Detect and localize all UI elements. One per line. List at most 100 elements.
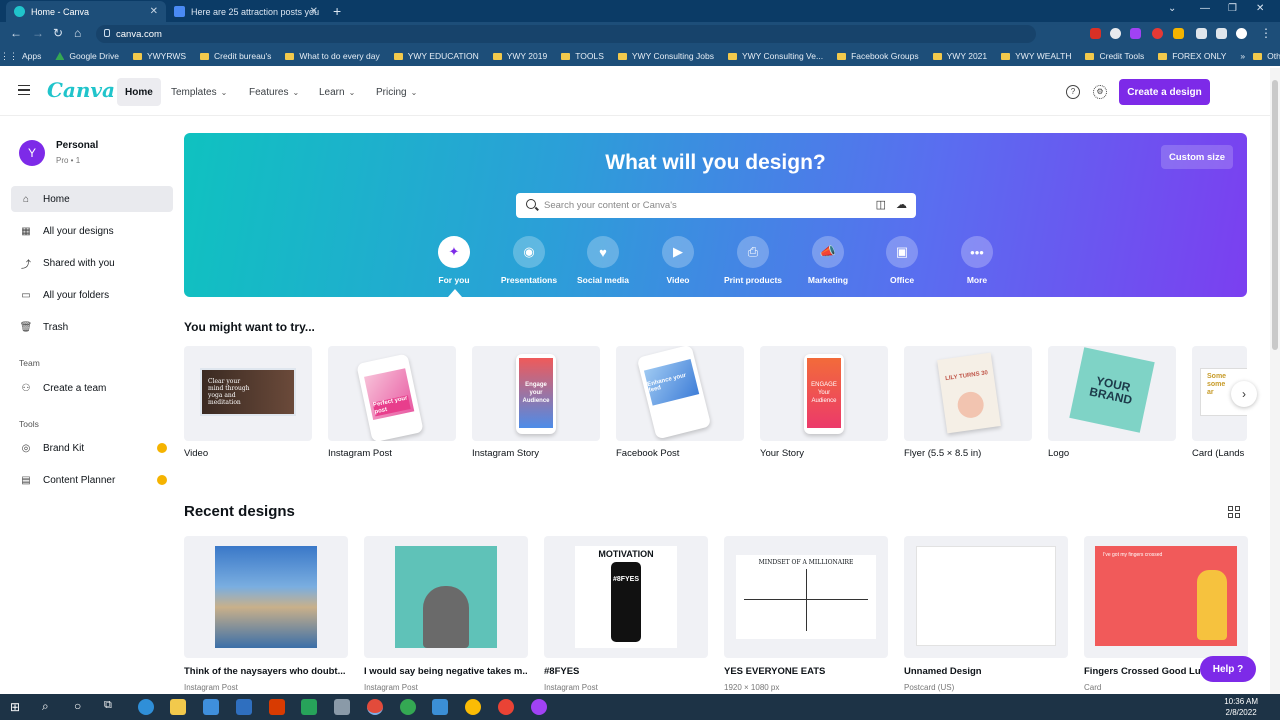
sidebar-item-content-planner[interactable]: ▤ Content Planner xyxy=(11,467,173,493)
bookmark-google-drive[interactable]: Google Drive xyxy=(55,51,119,61)
reload-icon[interactable]: ↻ xyxy=(53,26,63,40)
extension-icon[interactable] xyxy=(1110,28,1121,39)
bookmark-folder[interactable]: YWY Consulting Jobs xyxy=(617,51,714,61)
category-office[interactable]: ▣ Office xyxy=(862,236,942,285)
office-icon[interactable] xyxy=(269,699,285,715)
browser-tab-canva[interactable]: Home - Canva ✕ xyxy=(6,1,166,22)
category-print-products[interactable]: ⎙ Print products xyxy=(713,236,793,285)
browser-tab-doc[interactable]: Here are 25 attraction posts you ✕ xyxy=(166,1,326,22)
back-icon[interactable]: ← xyxy=(10,26,22,40)
side-panel-icon[interactable] xyxy=(1216,28,1227,39)
cortana-icon[interactable]: ○ xyxy=(74,699,81,713)
template-card-your-story[interactable]: ENGAGE Your Audience xyxy=(760,346,888,441)
category-video[interactable]: ▶ Video xyxy=(638,236,718,285)
forward-icon[interactable]: → xyxy=(32,26,44,40)
template-card-logo[interactable]: YOUR BRAND xyxy=(1048,346,1176,441)
recent-design-card[interactable] xyxy=(184,536,348,658)
calculator-icon[interactable] xyxy=(334,699,350,715)
chrome-icon[interactable] xyxy=(465,699,481,715)
category-marketing[interactable]: 📣 Marketing xyxy=(788,236,868,285)
store-icon[interactable] xyxy=(203,699,219,715)
bookmark-folder[interactable]: YWYRWS xyxy=(132,51,186,61)
category-more[interactable]: ••• More xyxy=(937,236,1017,285)
recent-design-name[interactable]: #8FYES xyxy=(544,666,708,677)
scrollbar-thumb[interactable] xyxy=(1272,80,1278,350)
camera-search-icon[interactable]: ◫ xyxy=(876,198,886,211)
app-icon[interactable] xyxy=(301,699,317,715)
url-field[interactable]: canva.com xyxy=(96,25,1036,43)
template-label[interactable]: Video xyxy=(184,448,208,459)
template-label[interactable]: Logo xyxy=(1048,448,1069,459)
extension-icon[interactable] xyxy=(1152,28,1163,39)
bookmark-folder[interactable]: YWY Consulting Ve... xyxy=(727,51,823,61)
bookmark-folder[interactable]: YWY 2021 xyxy=(932,51,987,61)
edge-icon[interactable] xyxy=(138,699,154,715)
extension-icon[interactable] xyxy=(1173,28,1184,39)
template-label[interactable]: Instagram Post xyxy=(328,448,392,459)
sidebar-item-home[interactable]: ⌂ Home xyxy=(11,186,173,212)
windows-start-icon[interactable]: ⊞ xyxy=(10,700,20,714)
help-button[interactable]: Help ? xyxy=(1200,656,1256,682)
carousel-next-icon[interactable]: › xyxy=(1231,381,1257,407)
recent-design-card[interactable] xyxy=(904,536,1068,658)
recent-design-card[interactable] xyxy=(364,536,528,658)
recent-design-name[interactable]: I would say being negative takes m... xyxy=(364,666,528,677)
template-card-facebook-post[interactable]: Enhance your feed xyxy=(616,346,744,441)
nav-templates[interactable]: Templates ⌄ xyxy=(163,78,235,106)
bookmark-apps[interactable]: ⋮⋮ Apps xyxy=(0,51,41,62)
minimize-icon[interactable]: — xyxy=(1200,3,1210,14)
bookmark-folder[interactable]: YWY 2019 xyxy=(492,51,547,61)
upload-cloud-icon[interactable]: ☁ xyxy=(896,198,907,211)
search-input[interactable]: Search your content or Canva's ◫ ☁ xyxy=(516,193,916,218)
recent-design-card[interactable]: I've got my fingers crossed xyxy=(1084,536,1248,658)
account-name[interactable]: Personal xyxy=(56,140,98,151)
template-label[interactable]: Facebook Post xyxy=(616,448,679,459)
chrome-icon[interactable] xyxy=(400,699,416,715)
restore-icon[interactable]: ❐ xyxy=(1228,3,1237,14)
bookmark-folder[interactable]: Credit Tools xyxy=(1085,51,1144,61)
profile-icon[interactable] xyxy=(1236,28,1247,39)
search-icon[interactable]: ⌕ xyxy=(42,699,49,714)
category-for-you[interactable]: ✦ For you xyxy=(414,236,494,285)
chrome-icon[interactable] xyxy=(367,699,383,715)
bookmark-folder[interactable]: FOREX ONLY xyxy=(1158,51,1226,61)
category-social-media[interactable]: ♥ Social media xyxy=(563,236,643,285)
recent-design-name[interactable]: Think of the naysayers who doubt... xyxy=(184,666,348,677)
photos-icon[interactable] xyxy=(432,699,448,715)
canva-logo[interactable]: Canva xyxy=(47,78,115,102)
new-tab-icon[interactable]: + xyxy=(333,3,341,19)
bookmark-folder[interactable]: What to do every day xyxy=(285,51,380,61)
bookmark-folder[interactable]: YWY EDUCATION xyxy=(393,51,479,61)
nav-home[interactable]: Home xyxy=(117,78,161,106)
browser-menu-icon[interactable]: ⋮ xyxy=(1260,26,1272,40)
recent-design-name[interactable]: YES EVERYONE EATS xyxy=(724,666,888,677)
custom-size-button[interactable]: Custom size xyxy=(1161,145,1233,169)
sidebar-item-brand-kit[interactable]: ◎ Brand Kit xyxy=(11,435,173,461)
account-avatar[interactable]: Y xyxy=(19,140,45,166)
close-window-icon[interactable]: ✕ xyxy=(1256,3,1264,14)
task-view-icon[interactable]: ⧉ xyxy=(104,699,112,712)
extensions-puzzle-icon[interactable] xyxy=(1196,28,1207,39)
nav-features[interactable]: Features ⌄ xyxy=(241,78,307,106)
close-tab-icon[interactable]: ✕ xyxy=(310,6,318,17)
chrome-icon[interactable] xyxy=(498,699,514,715)
nav-pricing[interactable]: Pricing ⌄ xyxy=(368,78,425,106)
close-tab-icon[interactable]: ✕ xyxy=(150,6,158,17)
sidebar-item-shared[interactable]: ⤴ Shared with you xyxy=(11,250,173,276)
template-card-flyer[interactable]: LILY TURNS 30 xyxy=(904,346,1032,441)
template-card-instagram-post[interactable]: Perfect your post xyxy=(328,346,456,441)
recent-design-card[interactable]: MINDSET OF A MILLIONAIRE xyxy=(724,536,888,658)
recent-design-name[interactable]: Fingers Crossed Good Luck xyxy=(1084,666,1204,677)
template-label[interactable]: Your Story xyxy=(760,448,804,459)
template-card-video[interactable]: Clear your mind through yoga and meditat… xyxy=(184,346,312,441)
bookmark-folder[interactable]: Facebook Groups xyxy=(837,51,919,61)
help-question-icon[interactable]: ? xyxy=(1066,85,1080,99)
create-design-button[interactable]: Create a design xyxy=(1119,79,1210,105)
category-presentations[interactable]: ◉ Presentations xyxy=(489,236,569,285)
sidebar-item-all-designs[interactable]: ▦ All your designs xyxy=(11,218,173,244)
home-browser-icon[interactable]: ⌂ xyxy=(74,26,81,40)
template-card-instagram-story[interactable]: Engage your Audience xyxy=(472,346,600,441)
extension-icon[interactable] xyxy=(1130,28,1141,39)
other-bookmarks[interactable]: » Other bookmarks xyxy=(1240,51,1280,61)
template-label[interactable]: Instagram Story xyxy=(472,448,539,459)
